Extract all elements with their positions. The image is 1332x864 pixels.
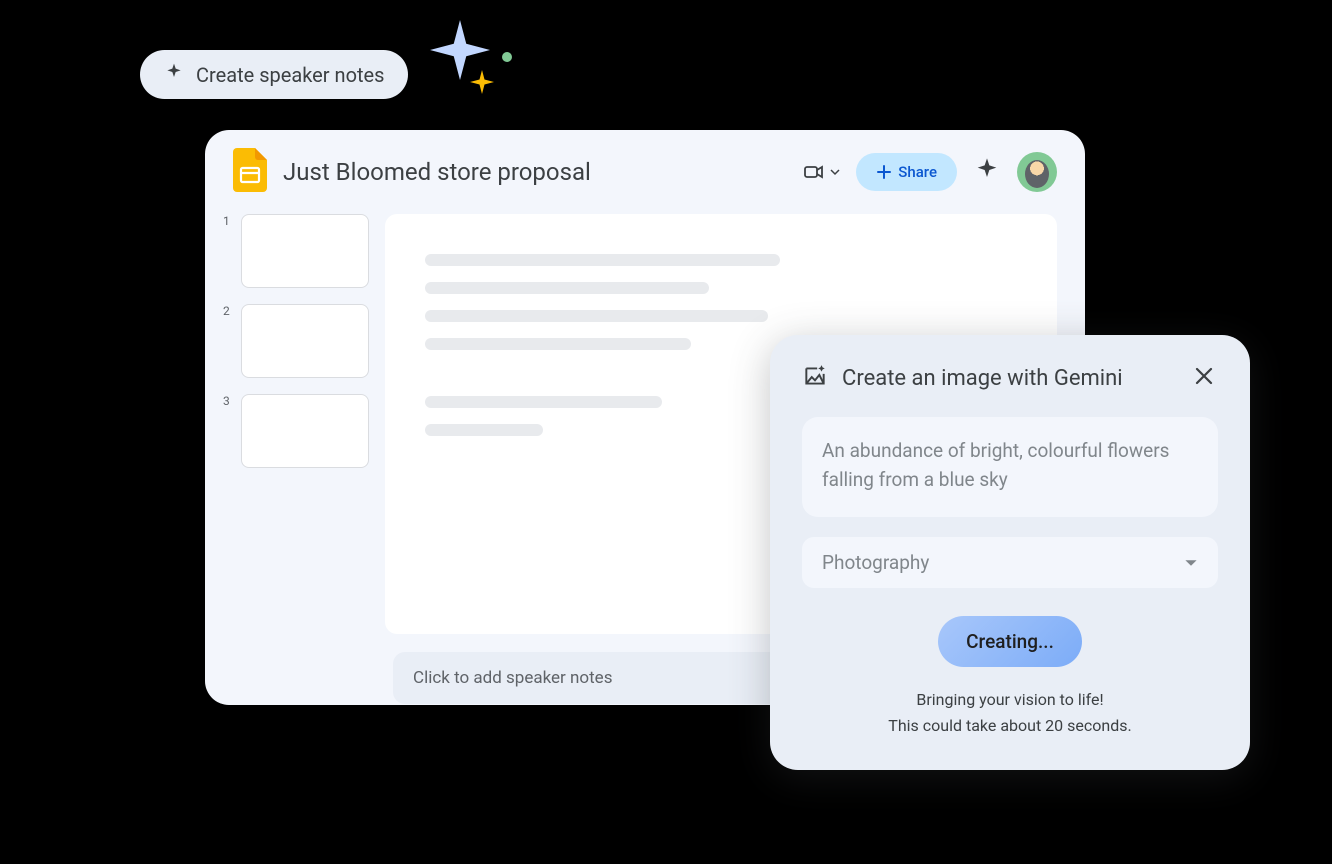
- gemini-panel-title: Create an image with Gemini: [842, 366, 1176, 391]
- status-line-2: This could take about 20 seconds.: [802, 713, 1218, 739]
- share-label: Share: [898, 163, 937, 181]
- gemini-panel-header: Create an image with Gemini: [802, 363, 1218, 393]
- creating-button[interactable]: Creating...: [938, 616, 1082, 667]
- slides-header: Just Bloomed store proposal Share: [205, 130, 1085, 214]
- thumb-row: 3: [223, 394, 369, 468]
- thumb-number: 1: [223, 214, 233, 228]
- gemini-status-text: Bringing your vision to life! This could…: [802, 687, 1218, 738]
- placeholder-line: [425, 424, 543, 436]
- creating-label: Creating...: [966, 630, 1054, 653]
- close-button[interactable]: [1190, 364, 1218, 392]
- slide-thumbnail-3[interactable]: [241, 394, 369, 468]
- placeholder-line: [425, 396, 662, 408]
- placeholder-line: [425, 254, 780, 266]
- style-select[interactable]: Photography: [802, 537, 1218, 588]
- document-title[interactable]: Just Bloomed store proposal: [283, 158, 786, 186]
- google-slides-logo: [233, 148, 267, 196]
- slide-thumbnail-panel: 1 2 3: [223, 214, 369, 634]
- video-call-button[interactable]: [802, 160, 840, 184]
- gemini-image-panel: Create an image with Gemini An abundance…: [770, 335, 1250, 770]
- plus-icon: [876, 164, 892, 180]
- thumb-row: 1: [223, 214, 369, 288]
- thumb-row: 2: [223, 304, 369, 378]
- placeholder-line: [425, 282, 709, 294]
- prompt-text: An abundance of bright, colourful flower…: [822, 439, 1169, 491]
- thumb-number: 3: [223, 394, 233, 408]
- create-speaker-notes-chip[interactable]: Create speaker notes: [140, 50, 408, 99]
- slide-thumbnail-1[interactable]: [241, 214, 369, 288]
- speaker-notes-placeholder: Click to add speaker notes: [413, 668, 612, 688]
- thumb-number: 2: [223, 304, 233, 318]
- placeholder-line: [425, 310, 768, 322]
- sparkle-icon: [164, 62, 184, 87]
- placeholder-line: [425, 338, 691, 350]
- image-prompt-input[interactable]: An abundance of bright, colourful flower…: [802, 417, 1218, 517]
- status-line-1: Bringing your vision to life!: [802, 687, 1218, 713]
- chevron-down-icon: [830, 167, 840, 177]
- gemini-sparkle-icon[interactable]: [973, 156, 1001, 188]
- image-sparkle-icon: [802, 363, 828, 393]
- close-icon: [1194, 366, 1214, 386]
- slide-thumbnail-2[interactable]: [241, 304, 369, 378]
- chip-label: Create speaker notes: [196, 63, 384, 87]
- chevron-down-icon: [1184, 556, 1198, 570]
- dot-decoration-green: [502, 52, 512, 62]
- user-avatar[interactable]: [1017, 152, 1057, 192]
- share-button[interactable]: Share: [856, 153, 957, 191]
- style-value: Photography: [822, 551, 929, 574]
